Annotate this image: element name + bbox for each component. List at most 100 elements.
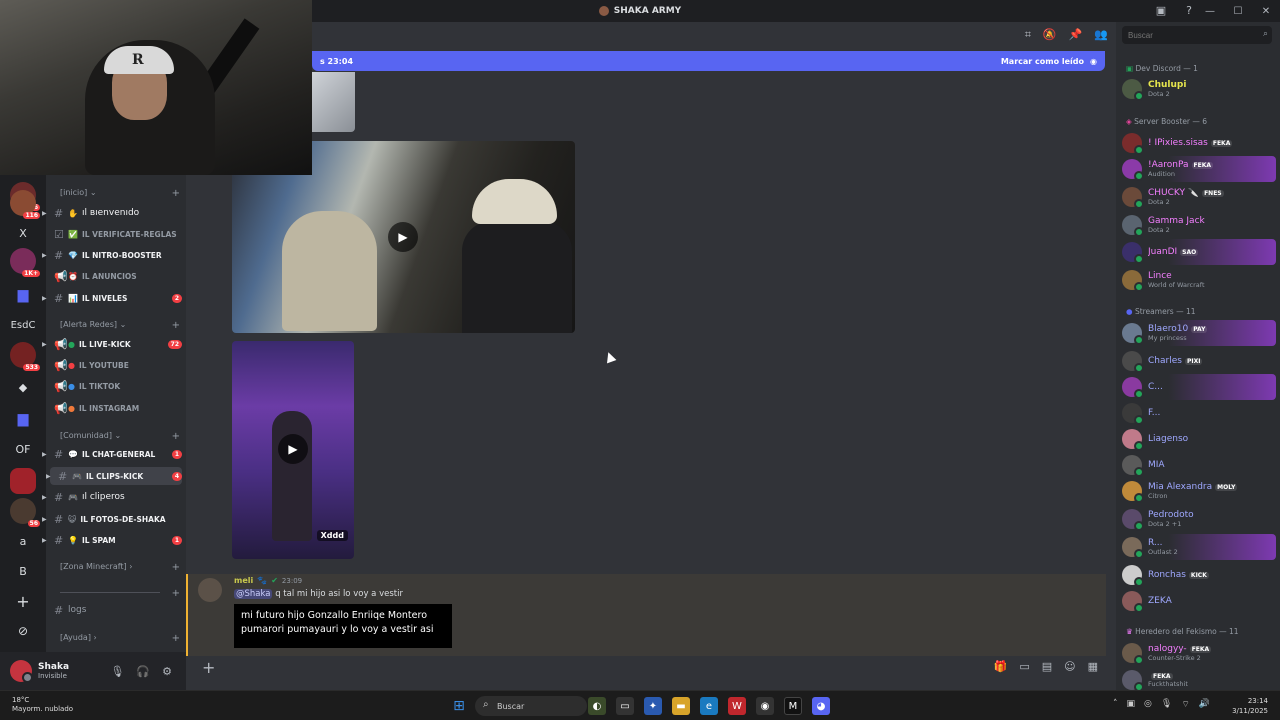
app-icon[interactable]: W (728, 697, 746, 715)
pin-icon[interactable]: 📌 (1069, 28, 1083, 42)
emoji-icon[interactable]: ☺ (1064, 660, 1075, 673)
member-item[interactable]: Chulupi Dota 2 (1122, 76, 1276, 102)
server-icon[interactable]: X (10, 220, 36, 246)
headphones-icon[interactable]: 🎧 (136, 665, 150, 678)
user-mention[interactable]: @Shaka (234, 589, 273, 599)
member-item[interactable]: FEKA Fuckthatshit (1122, 667, 1276, 690)
edge-icon[interactable]: e (700, 697, 718, 715)
member-item[interactable]: Gamma Jack Dota 2 (1122, 212, 1276, 238)
channel-instagram[interactable]: 📢 ● ıl instagram (46, 399, 182, 417)
category-inicio[interactable]: [inicio] ⌄ + (60, 188, 180, 199)
channel-live-kick[interactable]: ▶ 📢 ● ıl live-kick 72 (42, 335, 182, 353)
channel-spam[interactable]: ▶ # 💡 ıl spam 1 (42, 531, 182, 549)
channel-tiktok[interactable]: 📢 ● ıl tiktok (46, 377, 182, 395)
server-icon[interactable]: B (10, 558, 36, 584)
member-item[interactable]: F... (1122, 400, 1276, 426)
member-item[interactable]: CHUCKY 🔪 FNES Dota 2 (1122, 184, 1276, 210)
member-item[interactable]: Pedrodoto Dota 2 +1 (1122, 506, 1276, 532)
image-attachment[interactable] (312, 72, 355, 132)
sticker-icon[interactable]: ▤ (1042, 660, 1052, 673)
tray-app-icon[interactable]: ▣ (1127, 699, 1136, 710)
threads-icon[interactable]: ⌗ (1025, 28, 1031, 42)
clock[interactable]: 23:14 3/11/2025 (1232, 696, 1268, 716)
channel-nitro-booster[interactable]: ▶ # 💎 ıl nitro-booster (42, 246, 182, 264)
notification-bell-icon[interactable]: 🔕 (1043, 28, 1057, 42)
search-icon[interactable]: ⌕ (1263, 29, 1268, 39)
app-icon[interactable]: M (784, 697, 802, 715)
channel-bienvenido[interactable]: ▶ # ✋ ıl вıenvenıdo (42, 204, 182, 222)
minimize-icon[interactable]: — (1196, 6, 1224, 17)
category-comunidad[interactable]: [Comunidad] ⌄ + (60, 431, 180, 442)
chevron-up-icon[interactable]: ˄ (1113, 699, 1118, 710)
channel-youtube[interactable]: 📢 ● ıl youtube (46, 356, 182, 374)
member-item[interactable]: R... Outlast 2 (1122, 534, 1276, 560)
video-attachment[interactable]: ▶ Xddd (232, 341, 354, 559)
add-channel-icon[interactable]: + (172, 562, 180, 573)
new-messages-bar[interactable]: s 23:04 Marcar como leído ◉ (312, 51, 1105, 71)
channel-cliperos[interactable]: ▶ # 🎮 ıl cliperos (42, 488, 182, 506)
file-explorer-icon[interactable]: ▬ (672, 697, 690, 715)
play-icon[interactable]: ▶ (388, 222, 418, 252)
member-item[interactable]: C... (1122, 374, 1276, 400)
member-item[interactable]: Liagenso (1122, 426, 1276, 452)
member-list-icon[interactable]: 👥 (1094, 28, 1108, 42)
volume-icon[interactable]: 🔊 (1199, 699, 1210, 710)
wifi-icon[interactable]: ⌔ (1181, 699, 1189, 710)
weather-widget[interactable]: 18°C Mayorm. nublado (12, 696, 73, 714)
channel-niveles[interactable]: ▶ # 📊 ıl niveles 2 (42, 289, 182, 307)
server-icon[interactable]: 56 (10, 498, 40, 527)
add-server-icon[interactable]: + (10, 588, 36, 614)
microphone-icon[interactable]: 🎙 (1161, 699, 1172, 710)
search-input[interactable] (1122, 26, 1272, 44)
server-icon[interactable] (10, 468, 36, 494)
member-item[interactable]: Ronchas KICK (1122, 562, 1276, 588)
category-zona-minecraft[interactable]: [Zona Minecraft] › + (60, 562, 180, 573)
close-icon[interactable]: ✕ (1252, 6, 1280, 17)
member-item[interactable]: Mia Alexandra MOLY Citron (1122, 478, 1276, 504)
gear-icon[interactable]: ⚙ (162, 665, 172, 678)
server-icon[interactable]: EsdC (10, 312, 36, 338)
add-channel-icon[interactable]: + (172, 320, 180, 331)
folder-icon[interactable]: ▆ (10, 282, 36, 308)
folder-icon[interactable]: ▆ (10, 406, 36, 432)
avatar[interactable] (10, 660, 33, 683)
mark-as-read-button[interactable]: Marcar como leído ◉ (1001, 57, 1097, 66)
category-ayuda[interactable]: [Ayuda] › + (60, 633, 180, 644)
widget-app-icon[interactable]: ◐ (588, 697, 606, 715)
member-item[interactable]: Blaero10 PAY My princess (1122, 320, 1276, 346)
channel-logs[interactable]: # logs (46, 601, 182, 619)
member-item[interactable]: nalogyy- FEKA Counter-Strike 2 (1122, 640, 1276, 666)
taskbar-search[interactable]: Buscar (475, 696, 587, 716)
message-author[interactable]: meli (234, 576, 253, 585)
channel-fotos-de-shaka[interactable]: ▶ # 😺 ıl fotos-de-shaka (42, 510, 182, 528)
inbox-icon[interactable]: ▣ (1154, 4, 1168, 18)
dice-icon[interactable]: ◆ (10, 374, 36, 400)
microphone-icon[interactable]: 🎙 (110, 665, 124, 678)
maximize-icon[interactable]: ☐ (1224, 6, 1252, 17)
image-text-attachment[interactable]: mi futuro hijo Gonzallo Enriiqe Montero … (234, 604, 452, 648)
gift-icon[interactable]: 🎁 (994, 660, 1008, 673)
chrome-icon[interactable]: ◉ (756, 697, 774, 715)
discover-icon[interactable]: ⊘ (10, 618, 36, 644)
discord-icon[interactable]: ◕ (812, 697, 830, 715)
server-icon[interactable]: 533 (10, 342, 40, 371)
user-info[interactable]: Shaka Invisible (38, 662, 69, 680)
member-item[interactable]: Charles PIXI (1122, 348, 1276, 374)
gif-icon[interactable]: ▭ (1019, 660, 1029, 673)
member-item[interactable]: MIA (1122, 452, 1276, 478)
avatar[interactable] (198, 578, 222, 602)
add-attachment-icon[interactable]: + (202, 658, 215, 677)
play-icon[interactable]: ▶ (278, 434, 308, 464)
add-channel-icon[interactable]: + (172, 188, 180, 199)
member-item[interactable]: !AaronPa FEKA Audition (1122, 156, 1276, 182)
message-composer[interactable]: + 🎁 ▭ ▤ ☺ ▦ (186, 656, 1106, 680)
add-channel-icon[interactable]: + (172, 633, 180, 644)
channel-clips-kick[interactable]: ▶ # 🎮 ıl clips-kick 4 (46, 467, 182, 485)
server-icon[interactable]: 116 (10, 190, 40, 219)
member-item[interactable]: ZEKA (1122, 588, 1276, 614)
member-item[interactable]: ! IPixies.sisas FEKA (1122, 130, 1276, 156)
server-icon[interactable]: 1K+ (10, 248, 40, 277)
category-alerta-redes[interactable]: [Alerta Redes] ⌄ + (60, 320, 180, 331)
channel-verificate-reglas[interactable]: ☑ ✅ ıl verificate-reglas (46, 225, 182, 243)
server-icon[interactable]: OF (10, 436, 36, 462)
